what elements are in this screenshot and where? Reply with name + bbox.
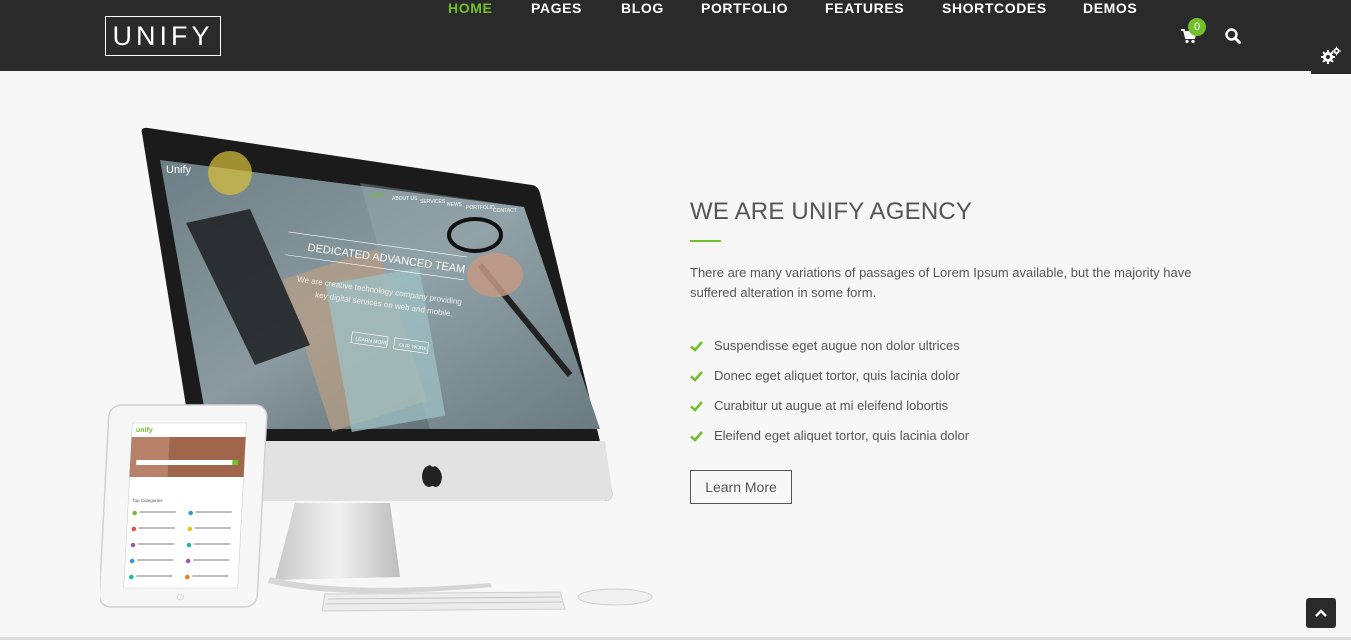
- screen-logo: Unify: [166, 164, 192, 176]
- screen-nav-services: SERVICES: [420, 199, 446, 205]
- nav-shortcodes[interactable]: SHORTCODES: [942, 0, 1047, 16]
- screen-nav-home: HOME: [370, 193, 386, 199]
- check-icon: [690, 431, 703, 442]
- nav-pages[interactable]: PAGES: [531, 0, 582, 16]
- nav-home[interactable]: HOME: [448, 0, 492, 16]
- mouse: [577, 588, 653, 606]
- keyboard: [321, 591, 566, 612]
- section-title: WE ARE UNIFY AGENCY: [690, 198, 973, 225]
- feature-item: Donec eget aliquet tortor, quis lacinia …: [690, 361, 1210, 391]
- tablet-categories-title: Top Categories: [132, 498, 163, 503]
- feature-text: Curabitur ut augue at mi eleifend lobort…: [714, 398, 949, 413]
- tablet-logo: unify: [136, 427, 153, 434]
- imac-stand: [275, 503, 400, 580]
- agency-intro: WE ARE UNIFY AGENCY There are many varia…: [690, 196, 1210, 504]
- devices-mockup-illustration: Unify HOME ABOUT US SERVICES NEWS PORTFO…: [100, 127, 653, 612]
- style-switcher-toggle[interactable]: [1311, 38, 1351, 74]
- cart-count-badge: 0: [1188, 18, 1206, 36]
- screen-nav-about: ABOUT US: [392, 196, 418, 202]
- site-logo[interactable]: UNIFY: [105, 16, 221, 56]
- top-navbar: UNIFY HOME PAGES BLOG PORTFOLIO FEATURES…: [0, 0, 1351, 71]
- nav-features[interactable]: FEATURES: [825, 0, 904, 16]
- nav-blog[interactable]: BLOG: [621, 0, 664, 16]
- screen-nav-contact: CONTACT: [493, 208, 517, 214]
- feature-list: Suspendisse eget augue non dolor ultrice…: [690, 331, 1210, 451]
- search-icon[interactable]: [1224, 27, 1242, 45]
- chevron-up-icon: [1315, 609, 1327, 617]
- check-icon: [690, 371, 703, 382]
- screen-nav-news: NEWS: [447, 202, 463, 208]
- feature-item: Eleifend eget aliquet tortor, quis lacin…: [690, 421, 1210, 451]
- scroll-to-top-button[interactable]: [1306, 598, 1336, 628]
- feature-item: Curabitur ut augue at mi eleifend lobort…: [690, 391, 1210, 421]
- feature-text: Suspendisse eget augue non dolor ultrice…: [714, 338, 960, 353]
- title-divider: [690, 240, 721, 242]
- section-description: There are many variations of passages of…: [690, 265, 1192, 300]
- check-icon: [690, 341, 703, 352]
- learn-more-button[interactable]: Learn More: [690, 470, 792, 504]
- feature-item: Suspendisse eget augue non dolor ultrice…: [690, 331, 1210, 361]
- nav-demos[interactable]: DEMOS: [1083, 0, 1137, 16]
- check-icon: [690, 401, 703, 412]
- feature-text: Eleifend eget aliquet tortor, quis lacin…: [714, 428, 970, 443]
- screen-nav-portfolio: PORTFOLIO: [466, 205, 495, 211]
- feature-text: Donec eget aliquet tortor, quis lacinia …: [714, 368, 960, 383]
- nav-portfolio[interactable]: PORTFOLIO: [701, 0, 788, 16]
